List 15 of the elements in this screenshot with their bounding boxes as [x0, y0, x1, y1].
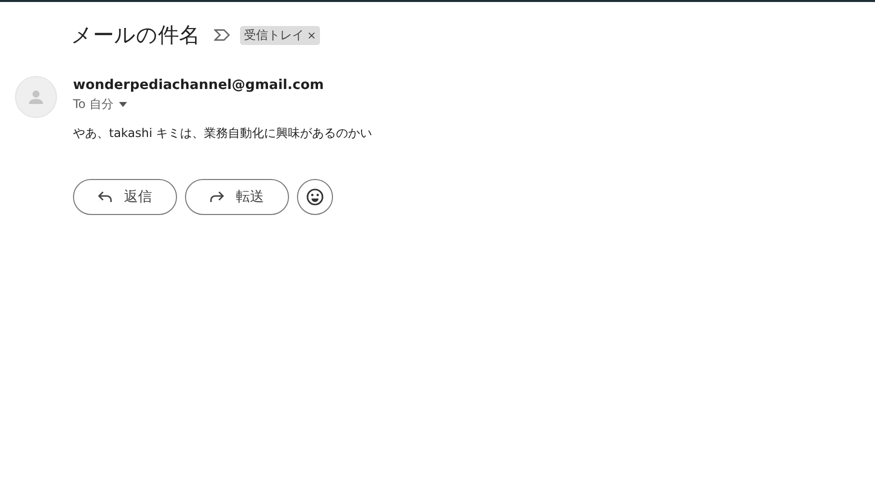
person-icon: [28, 89, 44, 105]
dropdown-caret-icon[interactable]: [119, 102, 128, 107]
remove-label-button[interactable]: ×: [307, 28, 316, 42]
email-subject: メールの件名: [71, 22, 200, 49]
label-name: 受信トレイ: [244, 26, 304, 44]
emoji-reaction-button[interactable]: [297, 179, 333, 215]
sender-email: wonderpediachannel@gmail.com: [73, 77, 325, 93]
smiley-icon: [306, 188, 324, 206]
recipient-text: To 自分: [73, 96, 114, 113]
reply-button[interactable]: 返信: [73, 179, 177, 215]
message-body: やあ、takashi キミは、業務自動化に興味があるのかい: [73, 125, 372, 142]
importance-marker-icon[interactable]: [214, 29, 230, 41]
reply-arrow-icon: [98, 191, 112, 203]
forward-button[interactable]: 転送: [185, 179, 289, 215]
forward-arrow-icon: [210, 191, 224, 203]
